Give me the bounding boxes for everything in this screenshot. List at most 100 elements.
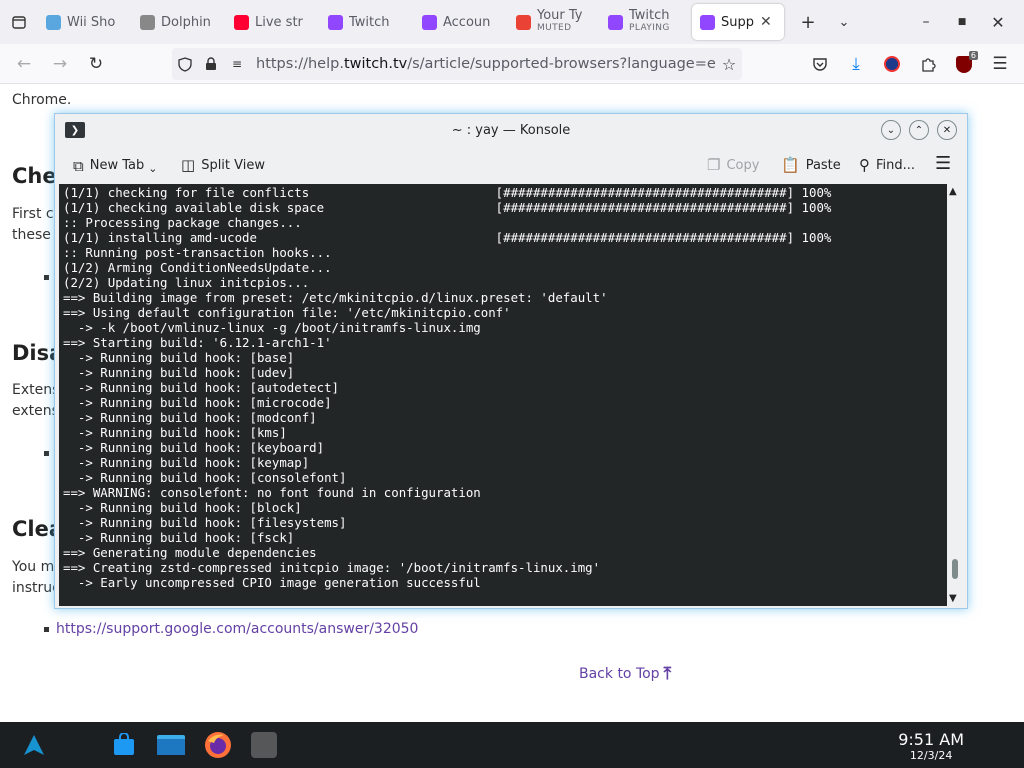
split-view-label: Split View — [201, 157, 265, 173]
forward-button[interactable]: → — [42, 48, 78, 80]
heading-check: Che — [12, 164, 57, 188]
terminal-line: (1/2) Arming ConditionNeedsUpdate... — [63, 260, 332, 275]
terminal-line: -> Running build hook: [block] — [63, 500, 302, 515]
terminal-line: :: Processing package changes... — [63, 215, 302, 230]
bullet — [44, 627, 49, 632]
minimize-window-button[interactable]: – — [908, 0, 944, 44]
terminal-line: -> Running build hook: [fsck] — [63, 530, 295, 545]
scrollbar-thumb[interactable] — [952, 559, 958, 579]
twitch-icon — [328, 14, 343, 30]
terminal-line: ==> Creating zstd-compressed initcpio im… — [63, 560, 601, 575]
browser-tab[interactable]: Twitch PLAYING — [600, 4, 692, 40]
konsole-minimize-button[interactable]: ⌄ — [881, 120, 901, 140]
terminal-line: (1/1) installing amd-ucode [############… — [63, 230, 832, 245]
terminal-line: -> Early uncompressed CPIO image generat… — [63, 575, 481, 590]
bullet — [44, 451, 49, 456]
google-support-link[interactable]: https://support.google.com/accounts/answ… — [56, 621, 418, 637]
new-tab-toolbar-button[interactable]: ⧉ New Tab ⌄ — [73, 156, 157, 176]
close-tab-icon[interactable]: ✕ — [760, 14, 772, 30]
firefox-icon[interactable] — [204, 731, 232, 759]
copy-button[interactable]: ❐ Copy — [707, 156, 759, 174]
scroll-up-icon[interactable]: ▲ — [949, 186, 957, 197]
reload-button[interactable]: ↻ — [78, 48, 114, 80]
discover-store-icon[interactable] — [110, 731, 138, 759]
terminal-line: (1/1) checking available disk space [###… — [63, 200, 832, 215]
file-manager-icon[interactable] — [157, 731, 185, 759]
menu-hamburger-icon[interactable]: ☰ — [982, 48, 1018, 80]
active-task-indicator[interactable] — [250, 731, 278, 759]
url-text[interactable]: https://help.twitch.tv/s/article/support… — [256, 56, 716, 72]
back-to-top-label: Back to Top — [579, 666, 660, 682]
tab-title: Supp — [721, 14, 754, 30]
bookmark-star-icon[interactable]: ☆ — [716, 55, 742, 74]
copy-icon: ❐ — [707, 156, 721, 174]
maximize-window-button[interactable]: ■ — [944, 0, 980, 44]
window-title: ~ : yay — Konsole — [451, 122, 571, 138]
close-window-button[interactable]: ✕ — [980, 0, 1016, 44]
konsole-app-icon[interactable]: ❯ — [65, 122, 85, 138]
browser-tab[interactable]: Live str — [226, 4, 320, 40]
scroll-down-icon[interactable]: ▼ — [949, 593, 957, 604]
konsole-maximize-button[interactable]: ⌃ — [909, 120, 929, 140]
browser-tab[interactable]: Accoun — [414, 4, 508, 40]
split-view-button[interactable]: ◫ Split View — [181, 156, 265, 174]
tracking-protection-shield-icon[interactable] — [172, 56, 198, 72]
new-tab-icon: ⧉ — [73, 156, 84, 175]
dolphin-icon — [140, 14, 155, 30]
browser-tab[interactable]: Your Ty MUTED — [508, 4, 600, 40]
pocket-icon[interactable] — [802, 48, 838, 80]
list-all-tabs-chevron-icon[interactable]: ⌄ — [826, 0, 862, 44]
terminal-line: ==> WARNING: consolefont: no font found … — [63, 485, 481, 500]
hamburger-menu-icon[interactable]: ☰ — [935, 153, 951, 174]
terminal-line: ==> Using default configuration file: '/… — [63, 305, 511, 320]
tab-list-icon[interactable] — [0, 0, 38, 44]
terminal-line: -> -k /boot/vmlinuz-linux -g /boot/initr… — [63, 320, 481, 335]
system-clock[interactable]: 9:51 AM 12/3/24 — [898, 730, 964, 762]
paragraph-line: First cl — [12, 206, 58, 222]
url-bar[interactable]: ≡ https://help.twitch.tv/s/article/suppo… — [172, 48, 742, 80]
paste-label: Paste — [805, 157, 841, 173]
browser-tab[interactable]: Dolphin — [132, 4, 226, 40]
paragraph-line: Extens — [12, 382, 60, 398]
terminal-line: -> Running build hook: [base] — [63, 350, 295, 365]
terminal-line: ==> Generating module dependencies — [63, 545, 317, 560]
konsole-title-bar[interactable]: ❯ ~ : yay — Konsole ⌄ ⌃ ✕ — [55, 114, 967, 146]
clock-time: 9:51 AM — [898, 730, 964, 749]
page-text-chrome: Chrome. — [12, 92, 72, 108]
find-button[interactable]: ⚲ Find... — [859, 156, 915, 174]
arch-linux-launcher-icon[interactable] — [20, 731, 48, 759]
back-to-top-link[interactable]: Back to Top ⤒ — [579, 664, 671, 684]
browser-tab[interactable]: Wii Sho — [38, 4, 132, 40]
browser-tab[interactable]: Supp ✕ — [692, 4, 784, 40]
konsole-toolbar: ⧉ New Tab ⌄ ◫ Split View ❐ Copy 📋 Paste … — [55, 146, 967, 184]
new-tab-button[interactable]: + — [790, 0, 826, 44]
account-avatar[interactable] — [874, 48, 910, 80]
konsole-close-button[interactable]: ✕ — [937, 120, 957, 140]
find-label: Find... — [876, 157, 916, 173]
extension-badge: 6 — [968, 51, 978, 60]
ublock-origin-icon[interactable]: 6 — [946, 48, 982, 80]
paste-button[interactable]: 📋 Paste — [781, 156, 841, 174]
tab-title: Dolphin — [161, 14, 211, 30]
terminal-scrollbar[interactable]: ▲ ▼ — [947, 184, 963, 606]
back-button[interactable]: ← — [6, 48, 42, 80]
terminal-line: -> Running build hook: [kms] — [63, 425, 287, 440]
terminal-line: -> Running build hook: [autodetect] — [63, 380, 340, 395]
wii-shop-icon — [46, 14, 61, 30]
paragraph-line: instruc — [12, 580, 60, 596]
twitch-icon — [700, 14, 715, 30]
clock-date: 12/3/24 — [909, 749, 953, 762]
browser-tab[interactable]: Twitch — [320, 4, 414, 40]
terminal-line: -> Running build hook: [microcode] — [63, 395, 332, 410]
copy-label: Copy — [726, 157, 760, 173]
extensions-puzzle-icon[interactable] — [910, 48, 946, 80]
tab-audio-status: PLAYING — [629, 23, 670, 33]
twitch-icon — [608, 14, 623, 30]
terminal-output[interactable]: (1/1) checking for file conflicts [#####… — [59, 184, 947, 606]
lock-icon[interactable] — [198, 57, 224, 71]
permissions-icon[interactable]: ≡ — [224, 57, 250, 71]
paragraph-line: these i — [12, 227, 60, 243]
downloads-icon[interactable]: ⤓ — [838, 48, 874, 80]
bullet — [44, 275, 49, 280]
paste-clipboard-icon: 📋 — [781, 156, 800, 174]
